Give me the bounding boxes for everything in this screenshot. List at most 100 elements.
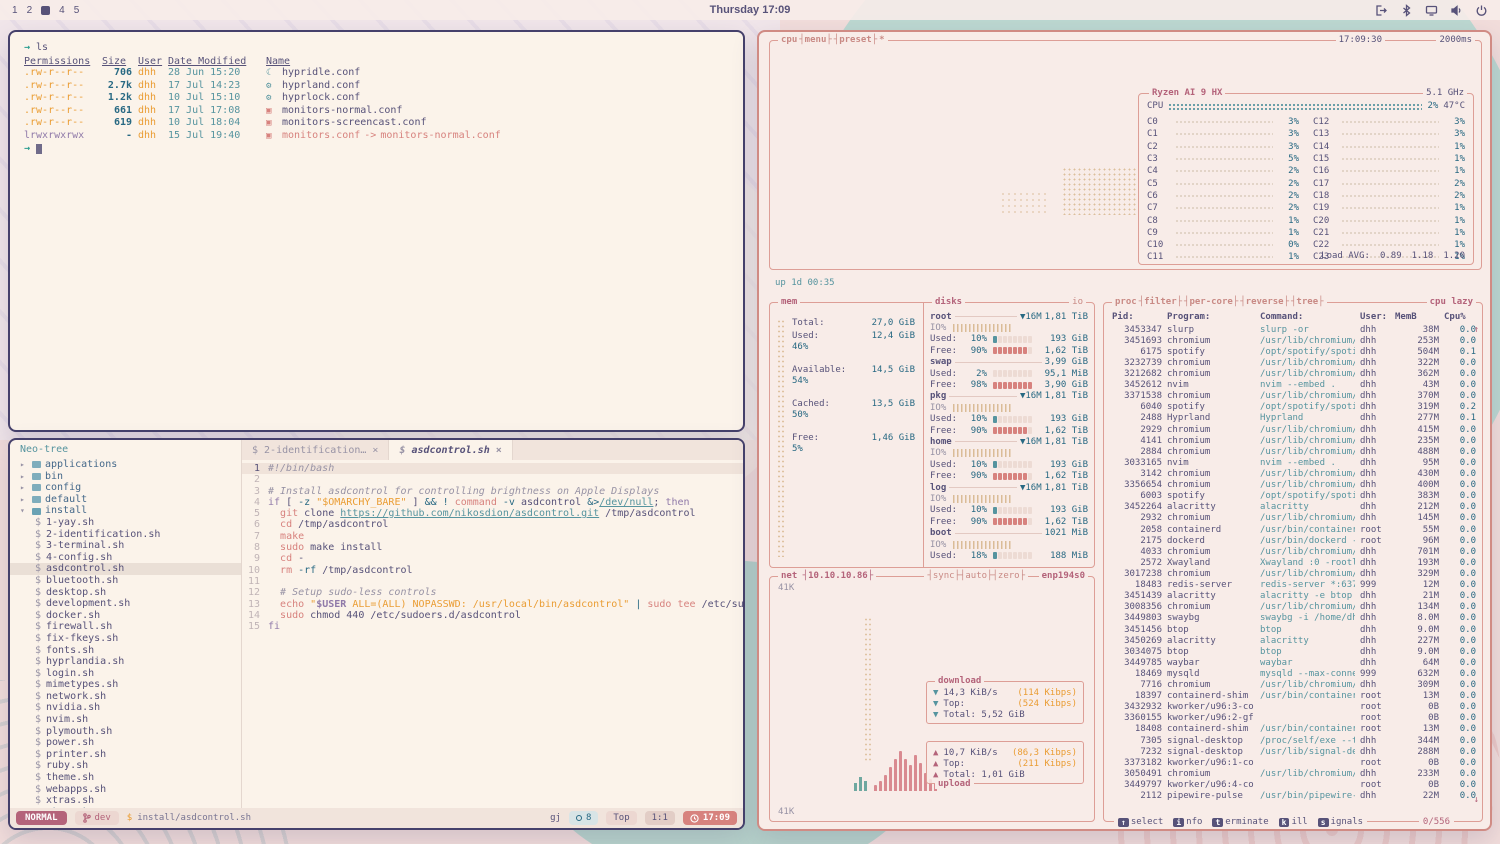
tab-preset[interactable]: ┤preset├ <box>834 35 877 45</box>
code-line[interactable]: 2 <box>242 474 743 485</box>
proc-tab-per-core[interactable]: ┤per-core├ <box>1184 297 1238 307</box>
tree-file-xtras.sh[interactable]: $xtras.sh <box>10 795 241 807</box>
process-row[interactable]: 7232signal-desktop/usr/lib/signal-dedhh2… <box>1104 746 1482 757</box>
code-line[interactable]: 6 cd /tmp/asdcontrol <box>242 519 743 530</box>
tree-file-power.sh[interactable]: $power.sh <box>10 737 241 749</box>
process-row[interactable]: 3451456btopbtopdhh9.0M0.0 <box>1104 624 1482 635</box>
tree-folder-default[interactable]: ▸default <box>10 494 241 506</box>
tree-file-nvidia.sh[interactable]: $nvidia.sh <box>10 702 241 714</box>
network-interface[interactable]: enp194s0 <box>1039 571 1088 581</box>
tab-cpu[interactable]: cpu <box>781 35 797 45</box>
terminal-window[interactable]: → ls PermissionsSizeUserDate ModifiedNam… <box>8 30 745 432</box>
code-line[interactable]: 7 make <box>242 531 743 542</box>
tree-folder-bin[interactable]: ▸bin <box>10 471 241 483</box>
code-line[interactable]: 3# Install asdcontrol for controlling br… <box>242 486 743 497</box>
process-row[interactable]: 3142chromium/usr/lib/chromium/dhh430M0.0 <box>1104 468 1482 479</box>
process-row[interactable]: 2112pipewire-pulse/usr/bin/pipewire-dhh2… <box>1104 791 1482 802</box>
tree-file-docker.sh[interactable]: $docker.sh <box>10 610 241 622</box>
proc-tab-tree[interactable]: ┤tree├ <box>1291 297 1324 307</box>
code-line[interactable]: 5 git clone https://github.com/nikosdion… <box>242 508 743 519</box>
refresh-interval[interactable]: 2000ms <box>1436 35 1475 45</box>
tree-file-3-terminal.sh[interactable]: $3-terminal.sh <box>10 540 241 552</box>
tree-file-login.sh[interactable]: $login.sh <box>10 668 241 680</box>
process-row[interactable]: 2884chromium/usr/lib/chromium/dhh488M0.0 <box>1104 446 1482 457</box>
tree-file-bluetooth.sh[interactable]: $bluetooth.sh <box>10 575 241 587</box>
tree-file-nvim.sh[interactable]: $nvim.sh <box>10 714 241 726</box>
process-row[interactable]: 18483redis-serverredis-server *:63799912… <box>1104 580 1482 591</box>
bluetooth-icon[interactable] <box>1400 4 1413 17</box>
process-row[interactable]: 3212682chromium/usr/lib/chromium/dhh362M… <box>1104 368 1482 379</box>
process-row[interactable]: 3450269alacrittyalacrittydhh227M0.0 <box>1104 635 1482 646</box>
net-tab-zero[interactable]: ┤zero├ <box>992 571 1025 581</box>
tab-menu[interactable]: ┤menu├ <box>799 35 832 45</box>
close-icon[interactable]: × <box>372 445 378 456</box>
tree-file-1-yay.sh[interactable]: $1-yay.sh <box>10 517 241 529</box>
process-row[interactable]: 6003spotify/opt/spotify/spotidhh383M0.0 <box>1104 491 1482 502</box>
process-row[interactable]: 3449785waybarwaybardhh64M0.0 <box>1104 657 1482 668</box>
process-row[interactable]: 2929chromium/usr/lib/chromium/dhh415M0.0 <box>1104 424 1482 435</box>
process-row[interactable]: 3371538chromium/usr/lib/chromium/dhh370M… <box>1104 391 1482 402</box>
hint-ill[interactable]: kill <box>1279 817 1308 827</box>
process-sort[interactable]: cpu lazy <box>1427 297 1476 307</box>
display-icon[interactable] <box>1425 4 1438 17</box>
process-row[interactable]: 3453347slurpslurp -ordhh38M0.0 <box>1104 324 1482 335</box>
process-row[interactable]: 3452264alacrittyalacrittydhh212M0.0 <box>1104 502 1482 513</box>
tree-file-plymouth.sh[interactable]: $plymouth.sh <box>10 726 241 738</box>
code-line[interactable]: 12 # Setup sudo-less controls <box>242 587 743 598</box>
process-column-header[interactable]: Program: <box>1167 312 1255 322</box>
code-line[interactable]: 15fi <box>242 621 743 632</box>
proc-tab-filter[interactable]: ┤filter├ <box>1139 297 1182 307</box>
process-row[interactable]: 7716chromium/usr/lib/chromium/dhh309M0.0 <box>1104 680 1482 691</box>
tree-file-development.sh[interactable]: $development.sh <box>10 598 241 610</box>
process-row[interactable]: 3451693chromium/usr/lib/chromium/dhh253M… <box>1104 335 1482 346</box>
process-column-header[interactable]: Cpu% <box>1444 312 1476 322</box>
hint-nfo[interactable]: info <box>1173 817 1202 827</box>
process-row[interactable]: 3008356chromium/usr/lib/chromium/dhh134M… <box>1104 602 1482 613</box>
code-line[interactable]: 4if [ -z "$OMARCHY_BARE" ] && ! command … <box>242 497 743 508</box>
process-row[interactable]: 3432932kworker/u96:3-coroot0B0.0 <box>1104 702 1482 713</box>
tree-file-4-config.sh[interactable]: $4-config.sh <box>10 552 241 564</box>
code-line[interactable]: 1#!/bin/bash <box>242 463 743 474</box>
close-icon[interactable]: × <box>496 445 502 456</box>
tree-file-mimetypes.sh[interactable]: $mimetypes.sh <box>10 679 241 691</box>
process-row[interactable]: 4033chromium/usr/lib/chromium/dhh701M0.0 <box>1104 546 1482 557</box>
code-line[interactable]: 10 rm -rf /tmp/asdcontrol <box>242 565 743 576</box>
process-row[interactable]: 18408containerd-shim/usr/bin/containerro… <box>1104 724 1482 735</box>
process-column-header[interactable]: MemB <box>1395 312 1439 322</box>
process-row[interactable]: 3360155kworker/u96:2-gfroot0B0.0 <box>1104 713 1482 724</box>
tree-file-2-identification.sh[interactable]: $2-identification.sh <box>10 529 241 541</box>
tree-file-desktop.sh[interactable]: $desktop.sh <box>10 587 241 599</box>
tree-file-hyprlandia.sh[interactable]: $hyprlandia.sh <box>10 656 241 668</box>
process-row[interactable]: 18397containerd-shim/usr/bin/containerro… <box>1104 691 1482 702</box>
tree-file-firewall.sh[interactable]: $firewall.sh <box>10 621 241 633</box>
process-row[interactable]: 3449797kworker/u96:4-coroot0B0.0 <box>1104 779 1482 790</box>
net-tab-auto[interactable]: ┤auto├ <box>960 571 993 581</box>
process-row[interactable]: 3232739chromium/usr/lib/chromium/dhh322M… <box>1104 357 1482 368</box>
tree-file-theme.sh[interactable]: $theme.sh <box>10 772 241 784</box>
process-row[interactable]: 6175spotify/opt/spotify/spotidhh504M0.1 <box>1104 346 1482 357</box>
process-row[interactable]: 3451439alacrittyalacritty -e btopdhh21M0… <box>1104 591 1482 602</box>
tree-file-fonts.sh[interactable]: $fonts.sh <box>10 645 241 657</box>
process-column-header[interactable]: Command: <box>1260 312 1355 322</box>
scroll-down-icon[interactable]: ↓ <box>1474 795 1479 805</box>
code-line[interactable]: 8 sudo make install <box>242 542 743 553</box>
scroll-up-icon[interactable]: ↑ <box>1474 325 1479 335</box>
net-tab-sync[interactable]: ┤sync├ <box>927 571 960 581</box>
process-row[interactable]: 3033165nvimnvim --embed .dhh95M0.0 <box>1104 457 1482 468</box>
process-row[interactable]: 6040spotify/opt/spotify/spotidhh319M0.2 <box>1104 402 1482 413</box>
process-row[interactable]: 18469mysqldmysqld --max-conne999632M0.0 <box>1104 668 1482 679</box>
process-column-header[interactable]: User: <box>1360 312 1390 322</box>
tree-file-asdcontrol.sh[interactable]: $asdcontrol.sh <box>10 563 241 575</box>
process-row[interactable]: 2058containerd/usr/bin/containerroot55M0… <box>1104 524 1482 535</box>
process-row[interactable]: 3356654chromium/usr/lib/chromium/dhh400M… <box>1104 480 1482 491</box>
tree-folder-applications[interactable]: ▸applications <box>10 459 241 471</box>
editor-window[interactable]: Neo-tree ▸applications▸bin▸config▸defaul… <box>8 438 745 830</box>
power-icon[interactable] <box>1475 4 1488 17</box>
process-row[interactable]: 2572XwaylandXwayland :0 -rootldhh193M0.0 <box>1104 557 1482 568</box>
process-row[interactable]: 2932chromium/usr/lib/chromium/dhh145M0.0 <box>1104 513 1482 524</box>
process-row[interactable]: 3373182kworker/u96:1-coroot0B0.0 <box>1104 757 1482 768</box>
proc-tab-reverse[interactable]: ┤reverse├ <box>1240 297 1289 307</box>
tree-folder-install[interactable]: ▾install <box>10 505 241 517</box>
process-row[interactable]: 3452612nvimnvim --embed .dhh43M0.0 <box>1104 380 1482 391</box>
tree-folder-config[interactable]: ▸config <box>10 482 241 494</box>
